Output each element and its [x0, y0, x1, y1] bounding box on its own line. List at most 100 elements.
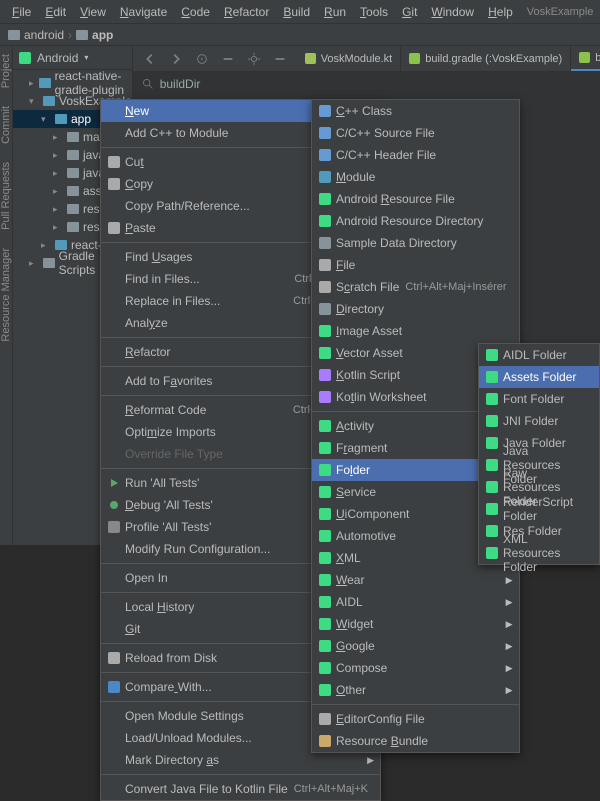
folder-submenu[interactable]: AIDL FolderAssets FolderFont FolderJNI F… [478, 343, 600, 565]
menu-item[interactable]: Module [312, 166, 519, 188]
and-icon [318, 551, 332, 565]
and-icon [485, 546, 499, 560]
menu-item[interactable]: XML Resources Folder [479, 542, 599, 564]
menu-item[interactable]: Scratch FileCtrl+Alt+Maj+Insérer [312, 276, 519, 298]
tool-tab-resource-manager[interactable]: Resource Manager [0, 248, 12, 342]
editor-search: buildDir [133, 72, 600, 96]
menu-item[interactable]: EditorConfig File [312, 708, 519, 730]
tool-tabs: Project Commit Pull Requests Resource Manag… [0, 46, 13, 545]
menu-item[interactable]: Android Resource Directory [312, 210, 519, 232]
and-icon [318, 441, 332, 455]
breadcrumb-item[interactable]: android [24, 28, 64, 42]
project-view-select[interactable]: Android [37, 51, 78, 65]
menu-tools[interactable]: Tools [354, 3, 394, 21]
hide-icon[interactable] [273, 52, 287, 66]
file-icon [318, 712, 332, 726]
back-icon[interactable] [143, 52, 157, 66]
project-panel-head[interactable]: Android ▾ [13, 46, 132, 70]
search-input[interactable]: buildDir [160, 77, 201, 91]
menu-item[interactable]: AIDL Folder [479, 344, 599, 366]
menu-item[interactable]: Sample Data Directory [312, 232, 519, 254]
and-icon [318, 683, 332, 697]
menu-window[interactable]: Window [425, 3, 480, 21]
menu-code[interactable]: Code [175, 3, 216, 21]
chevron-right-icon: ▶ [506, 641, 513, 652]
and-icon [318, 463, 332, 477]
menu-item[interactable]: Image Asset [312, 320, 519, 342]
menu-item[interactable]: Wear▶ [312, 569, 519, 591]
chevron-right-icon: › [68, 28, 72, 42]
and-icon [318, 324, 332, 338]
and-icon [318, 485, 332, 499]
and-icon [485, 414, 499, 428]
menu-item[interactable]: Android Resource File [312, 188, 519, 210]
menu-item[interactable]: Assets Folder [479, 366, 599, 388]
and-icon [485, 392, 499, 406]
menu-item[interactable]: AIDL▶ [312, 591, 519, 613]
menu-item[interactable]: C++ Class [312, 100, 519, 122]
tool-tab-commit[interactable]: Commit [0, 106, 12, 144]
folder-icon [76, 30, 88, 40]
mod-icon [318, 170, 332, 184]
menu-item[interactable]: Font Folder [479, 388, 599, 410]
forward-icon[interactable] [169, 52, 183, 66]
menu-item[interactable]: Convert Java File to Kotlin FileCtrl+Alt… [101, 778, 380, 800]
editor-tab[interactable]: build.gradle (:rea [571, 46, 600, 71]
menu-item[interactable]: Resource Bundle [312, 730, 519, 752]
and-icon [485, 348, 499, 362]
file-icon [318, 258, 332, 272]
editor-tabs: VoskModule.ktbuild.gradle (:VoskExample)… [133, 46, 600, 72]
editor-tab[interactable]: VoskModule.kt [297, 46, 402, 71]
editor-tab[interactable]: build.gradle (:VoskExample) [401, 46, 571, 71]
and-icon [318, 661, 332, 675]
gear-icon[interactable] [247, 52, 261, 66]
menubar: FileEditViewNavigateCodeRefactorBuildRun… [0, 0, 600, 24]
menu-git[interactable]: Git [396, 3, 423, 21]
collapse-icon[interactable] [221, 52, 235, 66]
chevron-down-icon: ▾ [84, 53, 88, 62]
and-icon [318, 573, 332, 587]
menu-item[interactable]: File [312, 254, 519, 276]
and-icon [318, 192, 332, 206]
menu-refactor[interactable]: Refactor [218, 3, 275, 21]
menu-item[interactable]: Compose▶ [312, 657, 519, 679]
and-icon [318, 419, 332, 433]
menu-run[interactable]: Run [318, 3, 352, 21]
menu-build[interactable]: Build [277, 3, 316, 21]
and-icon [318, 346, 332, 360]
target-icon[interactable] [195, 52, 209, 66]
cpp-icon [318, 148, 332, 162]
and-icon [318, 507, 332, 521]
file-icon [318, 280, 332, 294]
menu-edit[interactable]: Edit [39, 3, 72, 21]
tree-item[interactable]: ▸react-native-gradle-plugin [13, 74, 132, 92]
and-icon [485, 524, 499, 538]
and-icon [485, 502, 499, 516]
menu-item[interactable]: Other▶ [312, 679, 519, 701]
menu-help[interactable]: Help [482, 3, 519, 21]
and-icon [318, 639, 332, 653]
menu-item[interactable]: C/C++ Source File [312, 122, 519, 144]
paste-icon [107, 221, 121, 235]
menu-file[interactable]: File [6, 3, 37, 21]
menu-item[interactable]: Directory [312, 298, 519, 320]
folder-icon [318, 236, 332, 250]
chevron-right-icon: ▶ [506, 619, 513, 630]
menu-item[interactable]: Widget▶ [312, 613, 519, 635]
search-icon [141, 77, 154, 90]
menu-item[interactable]: C/C++ Header File [312, 144, 519, 166]
tool-tab-pull-requests[interactable]: Pull Requests [0, 162, 12, 230]
tool-tab-project[interactable]: Project [0, 54, 12, 88]
menu-navigate[interactable]: Navigate [114, 3, 173, 21]
chevron-right-icon: ▶ [506, 597, 513, 608]
menu-item[interactable]: Google▶ [312, 635, 519, 657]
copy-icon [107, 177, 121, 191]
breadcrumb-item[interactable]: app [92, 28, 113, 42]
profile-icon [107, 520, 121, 534]
folder-icon [8, 30, 20, 40]
menu-item[interactable]: JNI Folder [479, 410, 599, 432]
kt-icon [318, 368, 332, 382]
menu-item[interactable]: RenderScript Folder [479, 498, 599, 520]
menu-view[interactable]: View [74, 3, 112, 21]
chevron-right-icon: ▶ [506, 685, 513, 696]
